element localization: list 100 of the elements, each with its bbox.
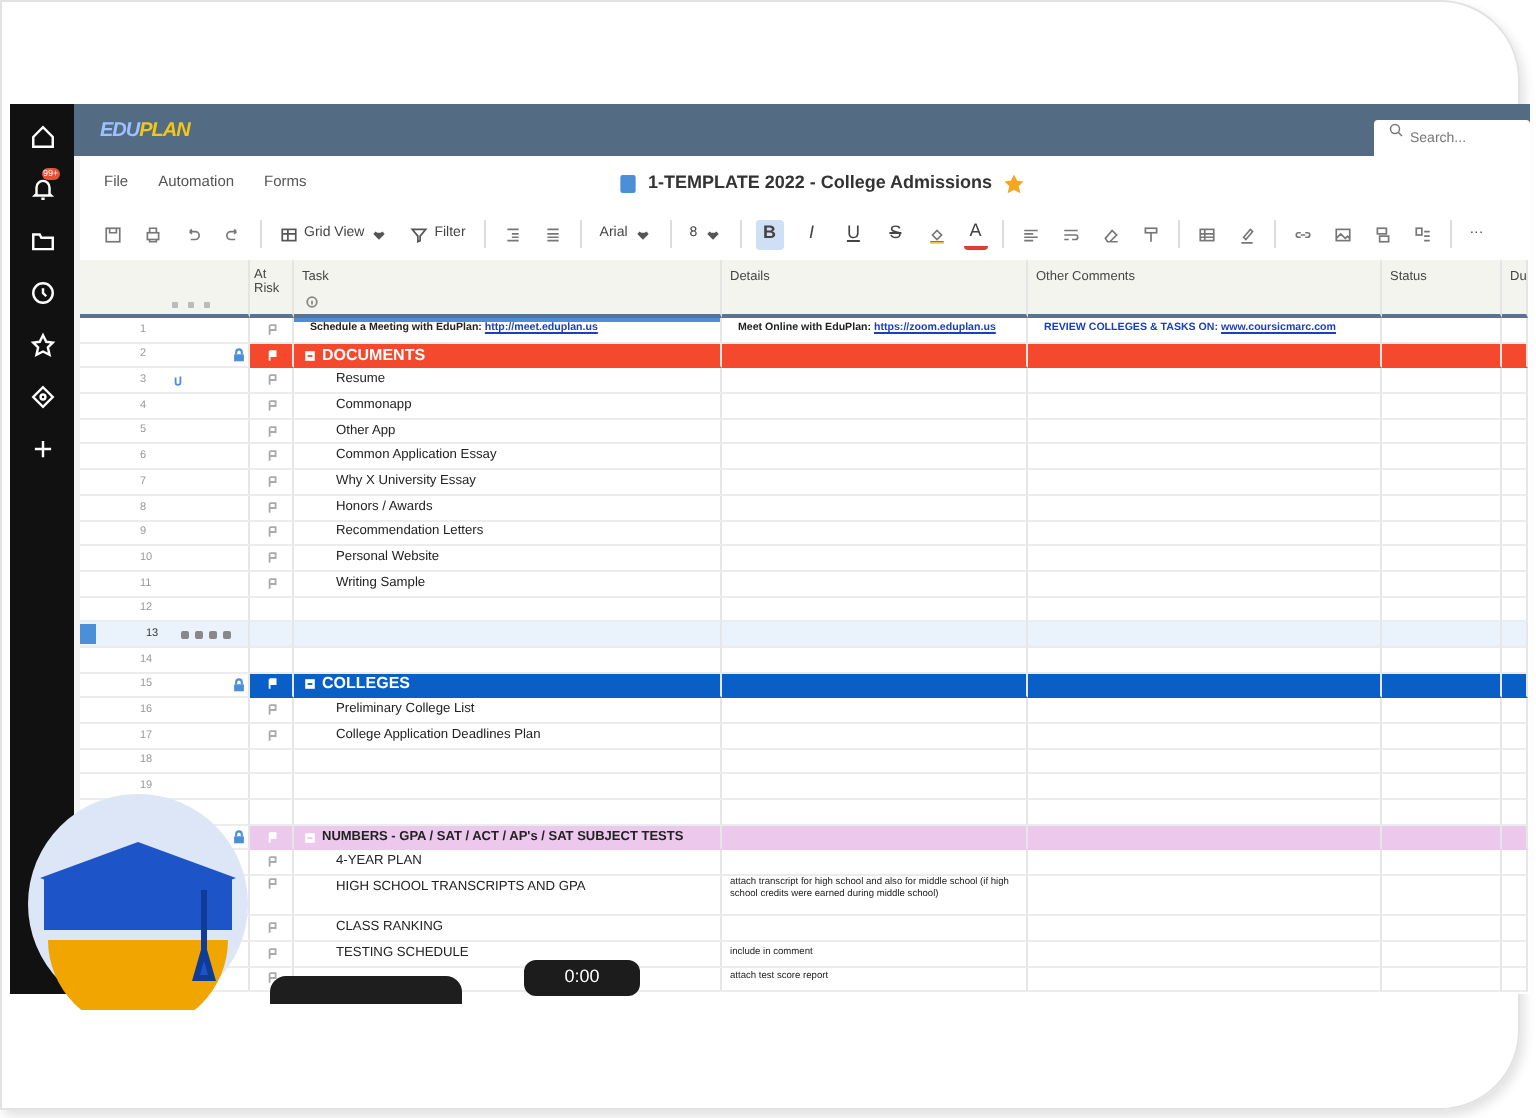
table-cell (1382, 571, 1502, 598)
comment-icon (186, 300, 196, 310)
table-cell (1382, 698, 1502, 724)
text-color-button[interactable]: A (963, 219, 988, 249)
table-button[interactable] (1193, 223, 1220, 245)
section-title: DOCUMENTS (322, 343, 426, 368)
search-icon (1388, 122, 1404, 138)
sheet-title: 1-TEMPLATE 2022 - College Admissions (648, 170, 993, 196)
table-cell (1502, 368, 1528, 395)
image-button[interactable] (1329, 223, 1356, 245)
table-cell (1502, 941, 1528, 967)
table-cell (1502, 394, 1528, 420)
lock-icon[interactable] (232, 678, 246, 693)
table-cell (1502, 470, 1528, 496)
table-cell (1382, 967, 1502, 993)
bell-icon[interactable] (29, 176, 55, 202)
table-cell (1502, 419, 1528, 445)
document-icon (620, 173, 636, 194)
eraser-icon (1101, 225, 1120, 243)
table-cell (1502, 698, 1528, 724)
table-cell (1502, 724, 1528, 750)
table-cell (1382, 825, 1502, 851)
attachment-icon (170, 300, 180, 310)
grid-icon (280, 225, 298, 243)
attachment-icon[interactable] (180, 629, 190, 640)
highlighter-icon (1237, 225, 1256, 243)
table-cell (1502, 571, 1528, 598)
table-cell (1502, 343, 1528, 369)
strikethrough-button[interactable]: S (881, 219, 910, 249)
table-cell (1502, 774, 1528, 801)
table-cell (1382, 916, 1502, 942)
star-icon[interactable] (1004, 173, 1025, 194)
table-cell (1502, 622, 1528, 648)
align-icon (1021, 225, 1040, 243)
row-selector[interactable] (80, 624, 96, 645)
outdent-icon (543, 225, 562, 243)
collapse-icon[interactable] (304, 349, 316, 362)
lock-icon[interactable] (232, 830, 246, 845)
bold-button[interactable]: B (755, 219, 784, 249)
save-icon (104, 225, 122, 243)
lock-icon[interactable] (222, 629, 232, 640)
paint-format-icon (1141, 225, 1160, 243)
table-cell (1382, 622, 1502, 648)
table-cell (1502, 521, 1528, 547)
card-icon (1373, 225, 1392, 243)
indent-icon (503, 225, 522, 243)
table-cell (1502, 749, 1528, 775)
table-cell (1382, 368, 1502, 395)
section-title: COLLEGES (322, 672, 411, 697)
table-cell (1502, 850, 1528, 877)
home-icon[interactable] (29, 124, 55, 150)
collapse-icon[interactable] (304, 678, 316, 691)
flag-icon[interactable] (265, 972, 277, 985)
wrap-text-icon (1061, 225, 1080, 243)
table-cell (1382, 419, 1502, 445)
hierarchy-button[interactable] (1409, 223, 1436, 245)
underline-button[interactable]: U (839, 219, 868, 249)
filter-icon (410, 225, 429, 243)
comment-icon[interactable] (194, 629, 204, 640)
attachment-icon[interactable] (172, 374, 184, 387)
table-cell (1382, 343, 1502, 369)
table-cell (1382, 724, 1502, 750)
table-cell (1382, 521, 1502, 547)
info-icon (306, 296, 318, 308)
table-cell (1382, 774, 1502, 801)
image-icon (1333, 225, 1352, 243)
folder-icon[interactable] (29, 228, 55, 254)
table-cell (1502, 673, 1528, 699)
plus-icon[interactable] (29, 436, 55, 462)
undo-icon (184, 225, 202, 243)
table-cell (1382, 673, 1502, 699)
proofing-icon[interactable] (208, 629, 218, 640)
table-cell (1382, 546, 1502, 572)
clock-icon[interactable] (29, 280, 55, 306)
table-cell (1382, 394, 1502, 420)
lock-icon (202, 300, 212, 310)
table-cell (1382, 470, 1502, 496)
table-cell (1502, 495, 1528, 521)
redo-icon (224, 225, 242, 243)
table-cell (1502, 546, 1528, 572)
table-cell (1382, 876, 1502, 917)
table-cell (1502, 825, 1528, 851)
logo: EDUPLAN (100, 117, 190, 145)
table-cell (1502, 444, 1528, 471)
save-button[interactable] (100, 223, 126, 245)
table-cell (1382, 850, 1502, 877)
diamond-icon[interactable] (29, 384, 55, 410)
table-cell (1382, 444, 1502, 471)
print-icon (144, 225, 162, 243)
table-cell (1382, 941, 1502, 967)
table-cell (1502, 876, 1528, 917)
video-control-bar[interactable] (270, 976, 462, 1004)
hierarchy-icon (1413, 225, 1432, 243)
video-time[interactable]: 0:00 (524, 960, 640, 996)
table-cell (1382, 495, 1502, 521)
table-icon (1197, 225, 1216, 243)
italic-button[interactable]: I (797, 219, 826, 249)
lock-icon[interactable] (232, 348, 246, 363)
table-cell (1502, 916, 1528, 942)
fill-color-icon (927, 225, 946, 243)
